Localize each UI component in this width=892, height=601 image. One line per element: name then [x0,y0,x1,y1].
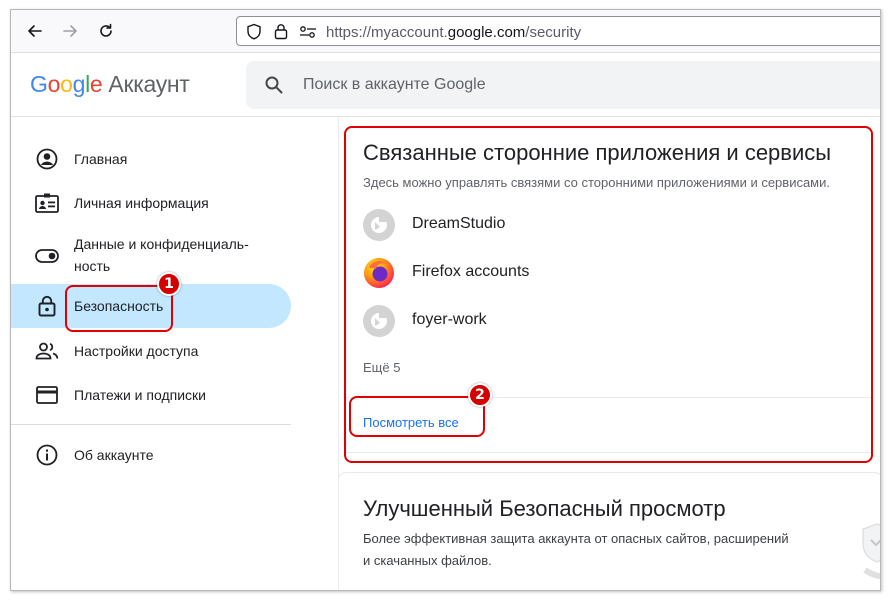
sidebar-item-about[interactable]: Об аккаунте [11,433,291,477]
product-name: Аккаунт [108,71,190,97]
address-bar[interactable]: https://myaccount.google.com/security [236,16,880,46]
sidebar-item-label: Об аккаунте [74,447,154,463]
url-path: /security [525,24,582,41]
sidebar-divider [11,424,291,425]
sidebar-item-data-privacy[interactable]: Данные и конфиденциаль-ность [11,232,291,280]
sidebar-item-personal-info[interactable]: Личная информация [11,181,291,225]
browser-toolbar: https://myaccount.google.com/security [11,10,880,53]
annotation-box-security [65,285,173,332]
logo-letter: G [30,71,48,97]
sidebar-item-label: Платежи и подписки [74,387,206,403]
sidebar-item-label-line2: ность [74,258,111,274]
url-domain: google.com [447,24,526,41]
screenshot-frame: https://myaccount.google.com/security Go… [10,9,881,591]
sidebar-item-home[interactable]: Главная [11,137,291,181]
sidebar-item-payments[interactable]: Платежи и подписки [11,373,291,417]
toggle-icon [35,244,59,268]
logo-letter: o [60,71,73,97]
url-prefix: https://myaccount. [326,24,448,41]
back-arrow-icon [28,25,42,37]
credit-card-icon [35,383,59,407]
info-icon [35,443,59,467]
logo-letter: g [72,71,86,97]
annotation-box-see-all [349,396,485,437]
id-card-icon [35,191,59,215]
lock-icon[interactable] [274,23,288,40]
google-account-logo[interactable]: Google Аккаунт [30,71,190,98]
people-icon [35,339,59,363]
forward-button[interactable] [59,20,81,42]
sidebar-item-label: Главная [74,151,128,167]
card-title: Улучшенный Безопасный просмотр [363,496,726,521]
search-input[interactable]: Поиск в аккаунте Google [303,76,486,94]
sidebar-item-label-line1: Данные и конфиденциаль- [74,236,249,252]
account-header: Google Аккаунт Поиск в аккаунте Google [11,53,880,117]
shield-icon[interactable] [246,23,262,40]
annotation-badge-1: 1 [157,272,181,296]
search-icon[interactable] [264,75,284,95]
permissions-icon[interactable] [299,25,317,39]
sidebar-item-sharing[interactable]: Настройки доступа [11,329,291,373]
sidebar-item-label: Личная информация [74,195,209,211]
lock-icon [35,294,59,318]
reload-icon [100,23,112,37]
card-description-line1: Более эффективная защита аккаунта от опа… [363,531,789,546]
sidebar-item-label: Настройки доступа [74,343,199,359]
annotation-badge-2: 2 [468,383,492,407]
forward-arrow-icon [63,25,77,37]
sidebar-item-label: Данные и конфиденциаль-ность [74,233,249,277]
reload-button[interactable] [95,20,117,42]
logo-letter: o [47,71,61,97]
card-description-line2: и скачанных файлов. [363,553,492,568]
account-search-bar[interactable]: Поиск в аккаунте Google [246,61,880,109]
account-circle-icon [35,147,59,171]
back-button[interactable] [24,20,46,42]
url-text[interactable]: https://myaccount.google.com/security [326,24,581,41]
shield-illustration-icon [862,523,880,580]
logo-letter: e [89,71,103,97]
